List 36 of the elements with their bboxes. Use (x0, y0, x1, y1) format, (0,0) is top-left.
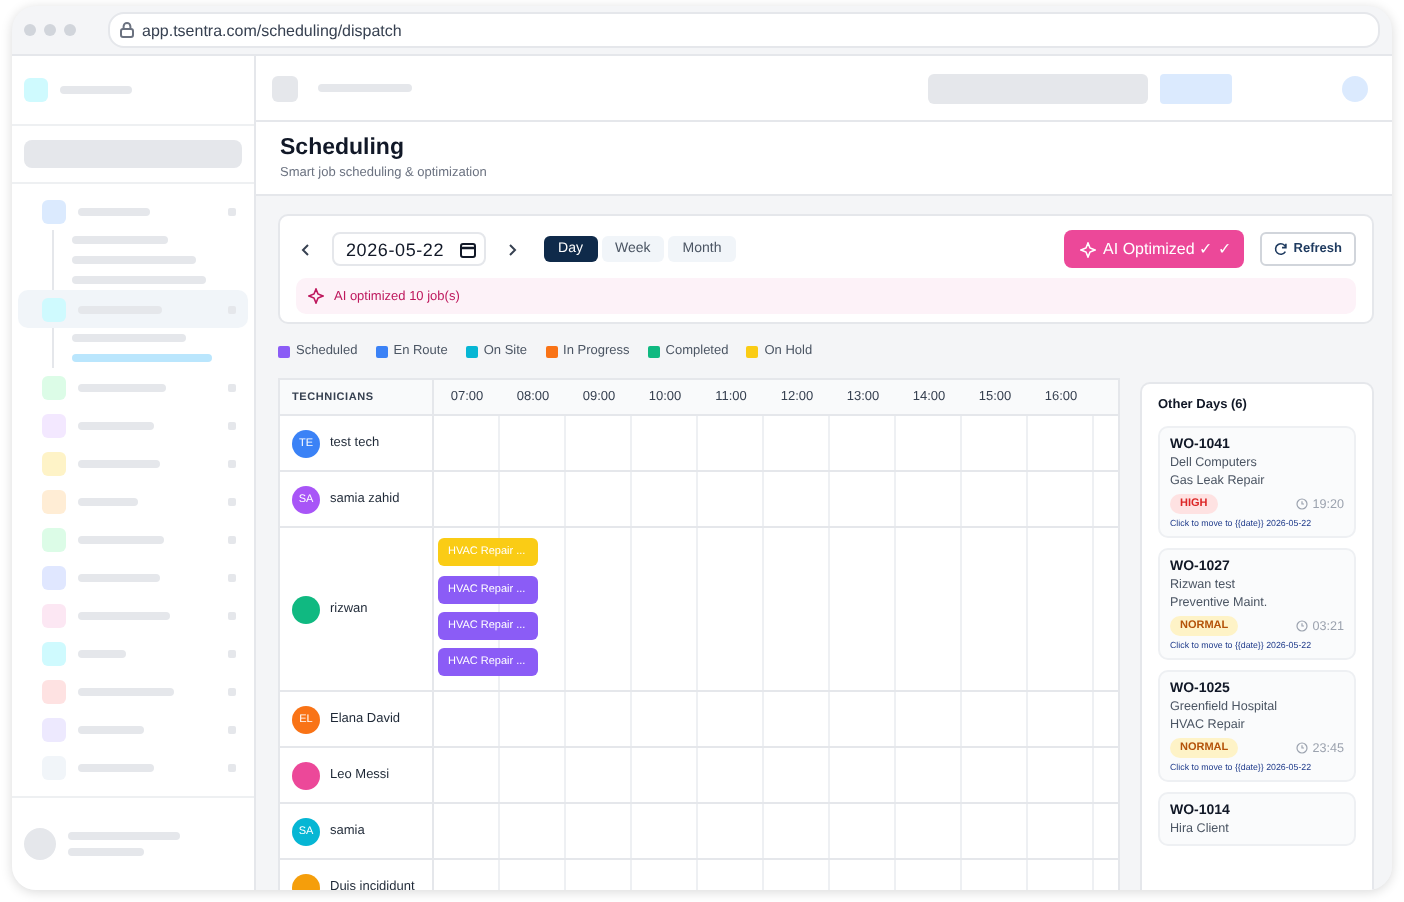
placeholder-icon (42, 489, 66, 513)
lock-icon (120, 22, 134, 38)
placeholder-icon (42, 199, 66, 223)
clock-icon (1296, 742, 1309, 754)
placeholder-icon (42, 375, 66, 399)
date-value: 2026-05-22 (346, 239, 445, 259)
avatar-placeholder (24, 828, 56, 860)
placeholder-icon (272, 75, 298, 101)
page-title: Scheduling (280, 136, 406, 160)
placeholder-icon (42, 297, 66, 321)
window-control-dot[interactable] (44, 24, 56, 36)
search-placeholder[interactable] (928, 73, 1148, 103)
clock-icon (1296, 498, 1309, 510)
placeholder-icon (42, 527, 66, 551)
sparkle-icon (308, 288, 324, 304)
date-field[interactable]: 2026-05-22 (332, 232, 487, 266)
url-text: app.tsentra.com/scheduling/dispatch (142, 21, 402, 39)
sidebar-item-highlight[interactable] (18, 290, 248, 328)
placeholder-icon (42, 679, 66, 703)
sparkle-icon (1079, 241, 1096, 257)
logo-placeholder-icon (24, 78, 48, 102)
button-placeholder[interactable] (1160, 73, 1232, 103)
placeholder-bar (72, 354, 212, 362)
window-control-dot[interactable] (64, 24, 76, 36)
placeholder-icon (42, 565, 66, 589)
avatar-placeholder[interactable] (1342, 75, 1368, 101)
refresh-icon (1273, 242, 1288, 256)
address-bar[interactable]: app.tsentra.com/scheduling/dispatch (108, 12, 1380, 48)
calendar-icon[interactable] (460, 241, 477, 257)
search-placeholder[interactable] (24, 140, 242, 168)
window-control-dot[interactable] (24, 24, 36, 36)
placeholder-icon (42, 641, 66, 665)
ai-optimize-button[interactable]: AI Optimized ✓ ✓ (1063, 230, 1244, 268)
clock-icon (1296, 620, 1309, 632)
placeholder-icon (42, 451, 66, 475)
placeholder-icon (42, 603, 66, 627)
